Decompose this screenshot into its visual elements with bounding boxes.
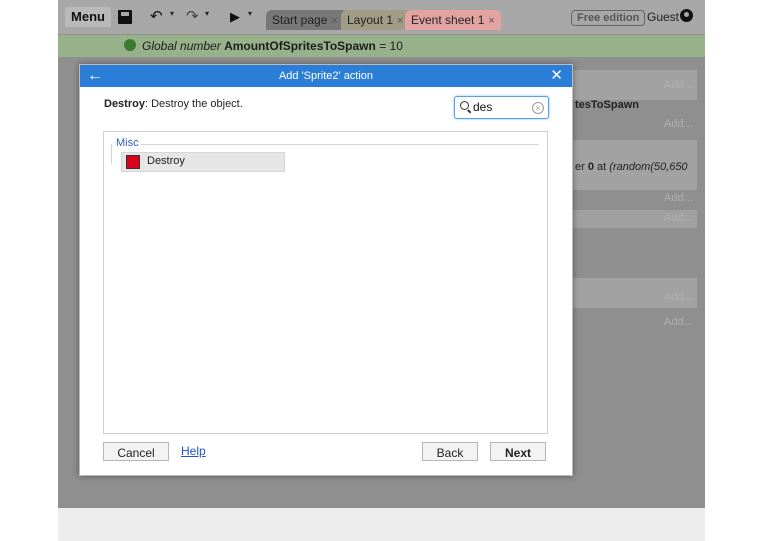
action-description: Destroy: Destroy the object. bbox=[104, 98, 243, 110]
add-action-link[interactable]: Add... bbox=[664, 212, 693, 224]
group-divider bbox=[111, 144, 112, 164]
tab-label: Start page bbox=[272, 13, 328, 27]
save-icon[interactable] bbox=[118, 10, 132, 24]
add-action-link[interactable]: Add... bbox=[664, 192, 693, 204]
close-icon[interactable]: ✕ bbox=[550, 65, 563, 87]
menu-button[interactable]: Menu bbox=[65, 7, 111, 27]
tab-start-page[interactable]: Start page × bbox=[266, 10, 350, 30]
tab-close-icon[interactable]: × bbox=[331, 15, 337, 27]
redo-dropdown-icon[interactable]: ▾ bbox=[205, 9, 209, 18]
event-text-fragment: er 0 at (random(50,650 bbox=[575, 161, 688, 173]
group-divider bbox=[114, 144, 539, 145]
dialog-title: Add 'Sprite2' action bbox=[278, 70, 374, 82]
redo-icon[interactable]: ↷ bbox=[186, 7, 199, 27]
undo-icon[interactable]: ↶ bbox=[150, 7, 163, 27]
action-list[interactable]: Misc Destroy bbox=[103, 131, 548, 434]
search-input[interactable] bbox=[473, 99, 531, 115]
tab-event-sheet-1[interactable]: Event sheet 1 × bbox=[405, 10, 501, 30]
tab-close-icon[interactable]: × bbox=[488, 15, 494, 27]
play-icon[interactable]: ▶ bbox=[230, 7, 240, 27]
list-item-destroy[interactable]: Destroy bbox=[121, 152, 285, 172]
global-variable-row: Global number AmountOfSpritesToSpawn = 1… bbox=[58, 35, 705, 57]
cancel-button[interactable]: Cancel bbox=[103, 442, 169, 461]
main-toolbar: Menu ↶ ▾ ↷ ▾ ▶ ▾ Start page × Layout 1 × E… bbox=[58, 0, 705, 34]
search-box[interactable]: × bbox=[454, 96, 549, 119]
free-edition-badge[interactable]: Free edition bbox=[571, 10, 646, 26]
add-action-link[interactable]: Add... bbox=[664, 79, 693, 91]
list-item-label: Destroy bbox=[147, 155, 185, 167]
tab-close-icon[interactable]: × bbox=[397, 15, 403, 27]
add-action-link[interactable]: Add... bbox=[664, 316, 693, 328]
undo-dropdown-icon[interactable]: ▾ bbox=[170, 9, 174, 18]
next-button[interactable]: Next bbox=[490, 442, 546, 461]
user-icon[interactable] bbox=[680, 9, 693, 22]
global-variable-text: Global number AmountOfSpritesToSpawn = 1… bbox=[142, 39, 403, 53]
guest-label[interactable]: Guest bbox=[647, 10, 679, 24]
tab-layout-1[interactable]: Layout 1 × bbox=[341, 10, 415, 30]
status-area bbox=[58, 508, 705, 541]
group-label-misc[interactable]: Misc bbox=[114, 137, 141, 149]
play-dropdown-icon[interactable]: ▾ bbox=[248, 9, 252, 18]
add-action-link[interactable]: Add... bbox=[664, 118, 693, 130]
add-action-dialog: Add 'Sprite2' action ← ✕ Destroy: Destro… bbox=[79, 64, 573, 476]
dialog-header: Add 'Sprite2' action ← ✕ bbox=[80, 65, 572, 87]
tab-label: Layout 1 bbox=[347, 13, 394, 27]
add-action-link[interactable]: Add... bbox=[664, 291, 693, 303]
destroy-icon bbox=[126, 155, 140, 169]
back-button[interactable]: Back bbox=[422, 442, 478, 461]
tab-label: Event sheet 1 bbox=[411, 13, 485, 27]
globe-icon bbox=[124, 39, 136, 51]
event-text-fragment: tesToSpawn bbox=[575, 99, 639, 111]
help-link[interactable]: Help bbox=[181, 444, 206, 458]
clear-search-icon[interactable]: × bbox=[532, 102, 544, 114]
back-arrow-icon[interactable]: ← bbox=[87, 66, 103, 86]
search-icon bbox=[460, 101, 469, 110]
